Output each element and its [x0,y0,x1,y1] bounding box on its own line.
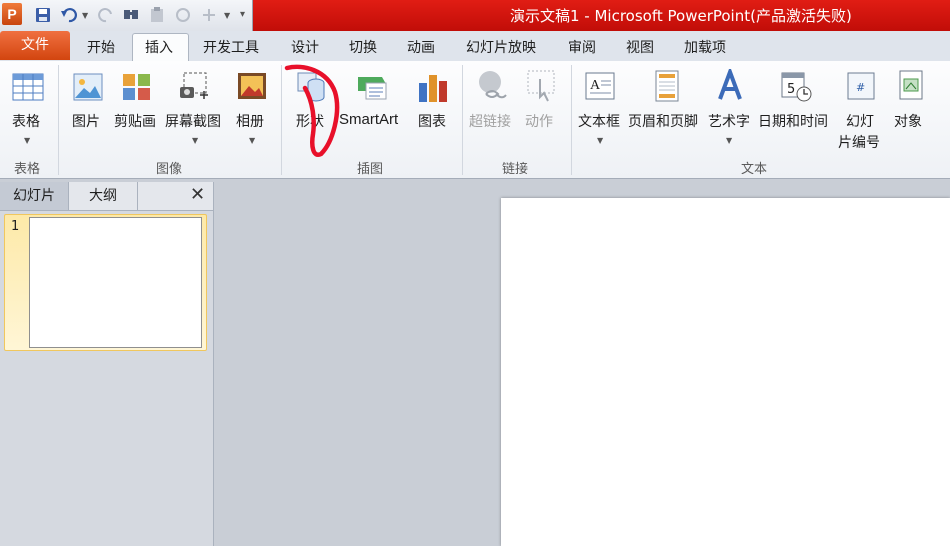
title-bar: P ▼ ▼ ▾ 演示文稿1 - Microsoft PowerPoint(产品激… [0,0,950,31]
powerpoint-logo-icon[interactable]: P [2,3,22,25]
photo-album-icon[interactable] [236,71,268,101]
action-icon [527,70,555,102]
header-footer-icon[interactable] [654,69,680,103]
wordart-dropdown-icon[interactable]: ▼ [726,136,732,145]
object-button[interactable]: 对象 [894,111,922,131]
undo-icon[interactable] [60,6,78,24]
find-icon[interactable] [122,6,140,24]
table-dropdown-icon[interactable]: ▼ [24,136,30,145]
textbox-icon[interactable]: A [584,71,616,101]
tab-slides[interactable]: 幻灯片 [0,182,69,210]
svg-text:A: A [590,78,601,93]
slide-number-icon[interactable]: # [846,71,876,101]
table-button[interactable]: 表格 [12,111,40,131]
group-table-label: 表格 [14,162,41,177]
quick-access-toolbar: P ▼ ▼ ▾ [0,0,253,31]
group-separator [462,65,463,175]
tab-slideshow[interactable]: 幻灯片放映 [466,37,536,57]
group-separator [58,65,59,175]
screenshot-dropdown-icon[interactable]: ▼ [192,136,198,145]
customize-icon[interactable]: ▾ [240,9,245,20]
wordart-icon[interactable] [716,69,744,103]
textbox-button[interactable]: 文本框 [578,111,620,131]
smartart-icon[interactable] [356,73,388,101]
slide-number-button-line2[interactable]: 片编号 [838,132,880,152]
tab-view[interactable]: 视图 [626,37,654,57]
tab-addins[interactable]: 加载项 [684,37,726,57]
ribbon-tab-bar: 文件 开始 插入 开发工具 设计 切换 动画 幻灯片放映 审阅 视图 加载项 [0,31,950,63]
slide-number-button[interactable]: 幻灯 [846,111,874,131]
header-footer-button[interactable]: 页眉和页脚 [628,111,698,131]
group-links-label: 链接 [502,162,529,177]
clipart-icon[interactable] [122,73,152,101]
object-icon[interactable] [896,69,926,103]
pane-tabs: 幻灯片 大纲 ✕ [0,182,213,211]
tab-transitions[interactable]: 切换 [349,37,377,57]
action-button: 动作 [525,114,553,130]
ribbon: 表格 ▼ 表格 图片 剪贴画 屏幕截图 ▼ 相册 ▼ 图像 形状 SmartAr… [0,61,950,179]
shape-icon [203,9,215,21]
group-separator [571,65,572,175]
svg-text:#: # [856,81,865,94]
qat-dropdown-icon: ▼ [224,11,231,20]
chart-icon[interactable] [418,71,448,103]
photo-album-button[interactable]: 相册 [236,111,264,131]
group-text-label: 文本 [741,162,768,177]
date-time-icon[interactable]: 5 [780,69,812,103]
red-circle-annotation [284,64,340,157]
tab-animations[interactable]: 动画 [407,37,435,57]
tab-outline[interactable]: 大纲 [69,182,138,210]
svg-text:5: 5 [787,82,795,97]
group-illustrations-label: 插图 [357,162,384,177]
table-icon[interactable] [12,73,44,101]
clipart-button[interactable]: 剪贴画 [114,111,156,131]
textbox-dropdown-icon[interactable]: ▼ [597,136,603,145]
chart-button[interactable]: 图表 [418,111,446,131]
undo-dropdown-icon[interactable]: ▼ [82,11,88,20]
tab-review[interactable]: 审阅 [568,37,596,57]
close-icon[interactable]: ✕ [190,184,205,205]
wordart-button[interactable]: 艺术字 [708,111,750,131]
window-title: 演示文稿1 - Microsoft PowerPoint(产品激活失败) [510,7,852,25]
slides-pane: 幻灯片 大纲 ✕ 1 [0,182,214,546]
picture-button[interactable]: 图片 [72,111,100,131]
redo-icon [98,8,112,23]
photo-album-dropdown-icon[interactable]: ▼ [249,136,255,145]
picture-icon[interactable] [72,71,104,103]
hyperlink-button: 超链接 [469,114,511,130]
paste-icon [151,7,163,22]
slide-thumbnail[interactable] [29,217,202,348]
screenshot-button[interactable]: 屏幕截图 [165,111,221,131]
tab-developer[interactable]: 开发工具 [203,37,259,57]
slide-number: 1 [11,219,20,234]
circle-icon [176,8,190,22]
tab-home[interactable]: 开始 [87,37,115,57]
slide-canvas[interactable] [501,198,950,546]
group-separator [281,65,282,175]
tab-file[interactable]: 文件 [0,31,70,60]
save-icon[interactable] [34,6,52,24]
tab-design[interactable]: 设计 [291,37,319,57]
tab-insert[interactable]: 插入 [145,37,173,57]
group-images-label: 图像 [156,162,183,177]
date-time-button[interactable]: 日期和时间 [758,111,828,131]
hyperlink-icon [479,71,507,99]
screenshot-icon[interactable] [178,71,210,101]
